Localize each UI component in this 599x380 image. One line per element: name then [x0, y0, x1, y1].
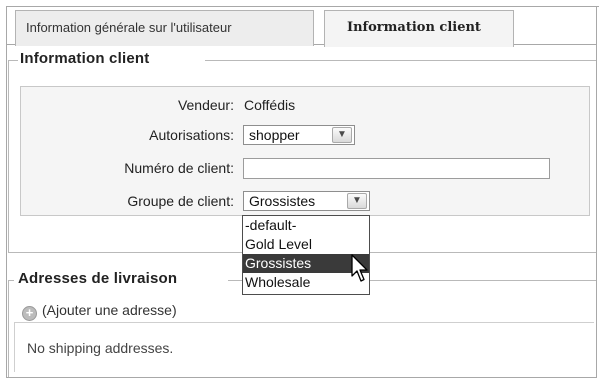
panel-frame-bottom — [6, 377, 597, 378]
add-address-link[interactable]: + (Ajouter une adresse) — [22, 302, 177, 321]
seller-label: Vendeur: — [177, 97, 234, 113]
customer-number-input[interactable] — [243, 158, 550, 179]
dropdown-option[interactable]: -default- — [243, 216, 369, 235]
mouse-pointer-icon — [351, 254, 368, 282]
tab-general-user-info[interactable]: Information générale sur l'utilisateur — [15, 10, 314, 46]
customer-number-label: Numéro de client: — [124, 160, 234, 176]
fieldset-border — [8, 280, 9, 377]
chevron-down-icon: ▼ — [347, 193, 367, 209]
fieldset-border — [8, 60, 9, 252]
no-shipping-addresses-message: No shipping addresses. — [27, 340, 174, 356]
shipping-addresses-legend: Adresses de livraison — [16, 270, 181, 287]
dropdown-option[interactable]: Gold Level — [243, 235, 369, 254]
customer-group-select-value: Grossistes — [249, 193, 316, 209]
permissions-label: Autorisations: — [149, 127, 234, 143]
client-info-legend: Information client — [18, 50, 153, 67]
add-address-label: (Ajouter une adresse) — [42, 302, 177, 318]
plus-circle-icon: + — [22, 306, 37, 321]
permissions-select[interactable]: shopper ▼ — [243, 125, 355, 145]
panel-frame-right — [596, 6, 597, 378]
tab-client-info[interactable]: Information client — [324, 10, 514, 47]
tab-bar: Information générale sur l'utilisateur I… — [7, 7, 596, 47]
customer-group-select[interactable]: Grossistes ▼ — [243, 191, 370, 211]
fieldset-border — [205, 60, 596, 61]
customer-group-label: Groupe de client: — [127, 193, 234, 209]
seller-value: Coffédis — [244, 97, 296, 113]
fieldset-border — [8, 60, 18, 61]
chevron-down-icon: ▼ — [332, 127, 352, 143]
permissions-select-value: shopper — [249, 127, 300, 143]
